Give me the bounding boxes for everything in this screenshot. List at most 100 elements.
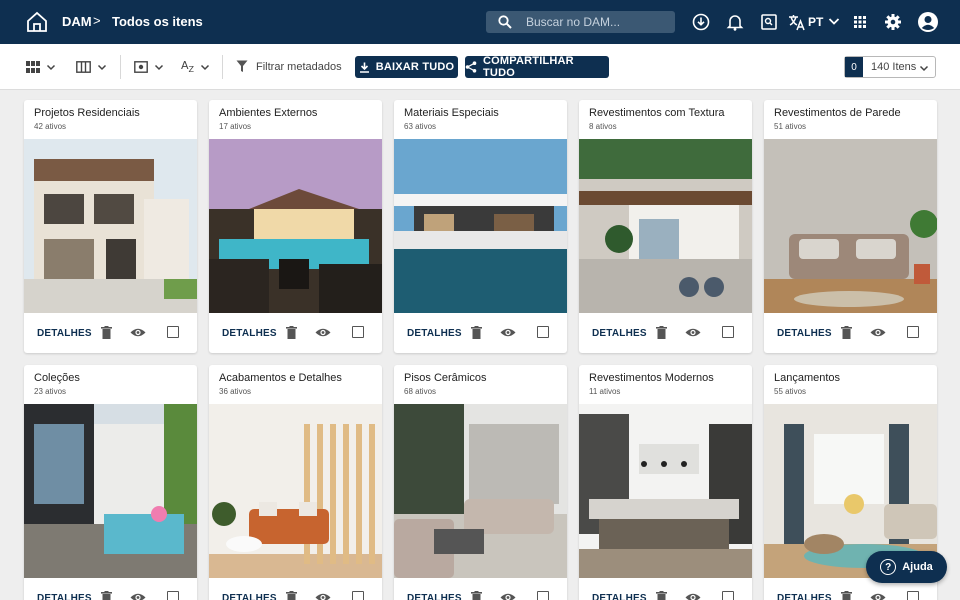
search-icon [498,15,512,29]
details-button[interactable]: DETALHES [777,593,832,600]
details-button[interactable]: DETALHES [592,328,647,339]
trash-icon[interactable] [841,591,852,600]
card-asset-count: 63 ativos [404,122,437,131]
account-icon[interactable] [917,11,939,33]
trash-icon[interactable] [286,591,297,600]
select-checkbox[interactable] [537,591,549,600]
columns-icon [76,61,91,73]
asset-card[interactable]: Coleções 23 ativos DETALHES [24,365,197,600]
details-button[interactable]: DETALHES [407,328,462,339]
apps-grid-icon[interactable] [850,12,870,32]
card-title[interactable]: Lançamentos [774,372,840,384]
eye-icon[interactable] [130,592,146,600]
asset-card[interactable]: Revestimentos Modernos 11 ativos DETALHE… [579,365,752,600]
eye-icon[interactable] [685,327,701,338]
trash-icon[interactable] [286,326,297,339]
trash-icon[interactable] [471,326,482,339]
card-thumbnail[interactable] [209,404,382,578]
select-checkbox[interactable] [907,326,919,338]
breadcrumb-separator: > [93,13,101,28]
select-checkbox[interactable] [167,326,179,338]
item-count-selector[interactable]: 0 140 Itens [844,56,936,78]
filter-metadata-button[interactable]: Filtrar metadados [256,61,342,73]
details-button[interactable]: DETALHES [777,328,832,339]
card-thumbnail[interactable] [579,404,752,578]
eye-icon[interactable] [870,327,886,338]
card-thumbnail[interactable] [209,139,382,313]
grid-view-toggle[interactable] [26,58,56,76]
filter-icon[interactable] [236,60,248,73]
select-checkbox[interactable] [352,591,364,600]
download-all-button[interactable]: BAIXAR TUDO [355,56,458,78]
download-circle-icon[interactable] [691,12,711,32]
trash-icon[interactable] [471,591,482,600]
columns-toggle[interactable] [76,58,107,76]
card-title[interactable]: Revestimentos com Textura [589,107,725,119]
asset-card[interactable]: Revestimentos com Textura 8 ativos DETAL… [579,100,752,353]
sort-toggle[interactable]: AZ [181,58,210,76]
card-asset-count: 17 ativos [219,122,252,131]
eye-icon[interactable] [315,592,331,600]
card-thumbnail[interactable] [394,404,567,578]
card-title[interactable]: Revestimentos Modernos [589,372,714,384]
help-button[interactable]: ? Ajuda [866,551,947,583]
select-checkbox[interactable] [352,326,364,338]
card-title[interactable]: Materiais Especiais [404,107,499,119]
trash-icon[interactable] [656,591,667,600]
breadcrumb-root[interactable]: DAM [62,14,92,29]
select-checkbox[interactable] [167,591,179,600]
trash-icon[interactable] [656,326,667,339]
asset-card[interactable]: Acabamentos e Detalhes 36 ativos DETALHE… [209,365,382,600]
chevron-down-icon[interactable] [827,14,841,28]
asset-card[interactable]: Ambientes Externos 17 ativos DETALHES [209,100,382,353]
help-label: Ajuda [902,561,933,573]
asset-card[interactable]: Revestimentos de Parede 51 ativos DETALH… [764,100,937,353]
trash-icon[interactable] [841,326,852,339]
eye-icon[interactable] [315,327,331,338]
preview-toggle[interactable] [134,58,164,76]
card-title[interactable]: Revestimentos de Parede [774,107,901,119]
language-selector[interactable]: PT [808,15,823,29]
eye-icon[interactable] [500,592,516,600]
card-thumbnail[interactable] [764,139,937,313]
details-button[interactable]: DETALHES [37,328,92,339]
card-title[interactable]: Pisos Cerâmicos [404,372,487,384]
card-thumbnail[interactable] [24,139,197,313]
select-checkbox[interactable] [907,591,919,600]
eye-icon[interactable] [500,327,516,338]
eye-icon[interactable] [130,327,146,338]
search-input[interactable] [526,14,666,30]
card-thumbnail[interactable] [579,139,752,313]
card-title[interactable]: Projetos Residenciais [34,107,140,119]
eye-icon[interactable] [685,592,701,600]
select-checkbox[interactable] [537,326,549,338]
details-button[interactable]: DETALHES [222,328,277,339]
help-circle-icon: ? [880,559,897,575]
translate-icon[interactable] [787,12,807,32]
asset-card[interactable]: Pisos Cerâmicos 68 ativos DETALHES [394,365,567,600]
details-button[interactable]: DETALHES [222,593,277,600]
select-checkbox[interactable] [722,591,734,600]
card-title[interactable]: Acabamentos e Detalhes [219,372,342,384]
card-title[interactable]: Ambientes Externos [219,107,317,119]
card-actions: DETALHES [764,313,937,353]
card-thumbnail[interactable] [394,139,567,313]
trash-icon[interactable] [101,591,112,600]
bell-icon[interactable] [725,12,745,32]
breadcrumb-current: Todos os itens [112,14,203,29]
asset-card[interactable]: Projetos Residenciais 42 ativos DETALHES [24,100,197,353]
home-icon[interactable] [26,11,48,33]
details-button[interactable]: DETALHES [407,593,462,600]
trash-icon[interactable] [101,326,112,339]
asset-card[interactable]: Materiais Especiais 63 ativos DETALHES [394,100,567,353]
details-button[interactable]: DETALHES [37,593,92,600]
image-search-icon[interactable] [759,12,779,32]
details-button[interactable]: DETALHES [592,593,647,600]
share-all-button[interactable]: COMPARTILHAR TUDO [465,55,609,79]
eye-icon[interactable] [870,592,886,600]
download-icon [359,62,369,73]
card-title[interactable]: Coleções [34,372,80,384]
select-checkbox[interactable] [722,326,734,338]
card-thumbnail[interactable] [24,404,197,578]
gear-icon[interactable] [883,12,903,32]
